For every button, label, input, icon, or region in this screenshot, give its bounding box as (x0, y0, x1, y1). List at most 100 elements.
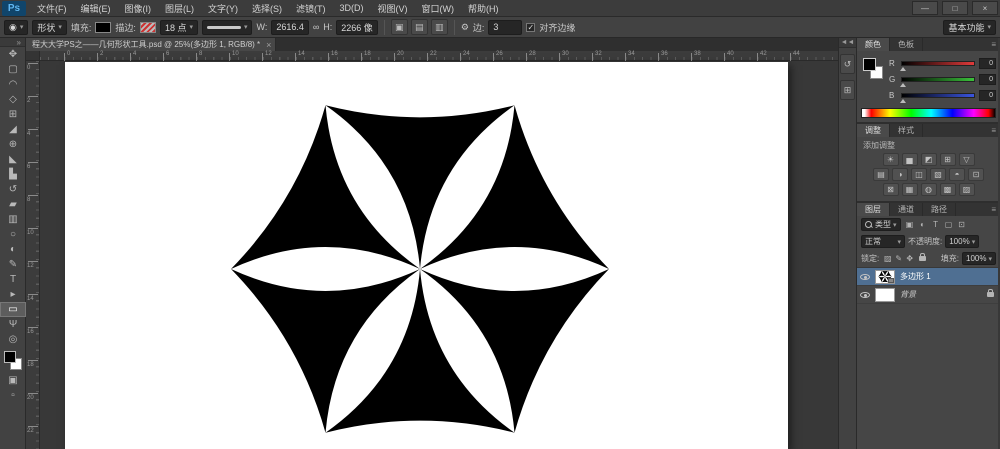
shape-width-input[interactable]: 2616.4 (271, 20, 309, 35)
channel-value[interactable]: 0 (979, 90, 996, 101)
slider-thumb-icon[interactable] (900, 99, 906, 103)
tool-button[interactable]: T (0, 272, 26, 287)
menu-item[interactable]: 图像(I) (118, 0, 159, 17)
shape-height-input[interactable]: 2266 像 (336, 20, 378, 35)
adjustment-icon[interactable]: ◓ (949, 168, 965, 181)
layer-filter-icon[interactable]: ⊡ (956, 219, 968, 231)
channel-slider[interactable] (901, 93, 975, 98)
panel-tab[interactable]: 样式 (890, 124, 923, 137)
tool-button[interactable]: ▙ (0, 167, 26, 182)
stroke-color-swatch[interactable] (140, 22, 156, 33)
menu-item[interactable]: 帮助(H) (461, 0, 506, 17)
adjustment-icon[interactable]: ◍ (921, 183, 937, 196)
panel-tab[interactable]: 色板 (890, 38, 923, 51)
adjustment-icon[interactable]: ▩ (940, 183, 956, 196)
close-button[interactable]: × (972, 1, 998, 15)
menu-item[interactable]: 窗口(W) (415, 0, 462, 17)
tool-button[interactable]: ◣ (0, 152, 26, 167)
blend-mode-dropdown[interactable]: 正常 ▾ (861, 235, 905, 248)
panel-tab[interactable]: 颜色 (857, 38, 890, 51)
opacity-input[interactable]: 100% ▾ (945, 235, 979, 248)
tool-button[interactable]: ◇ (0, 92, 26, 107)
layer-filter-icon[interactable]: T (930, 219, 942, 231)
layer-filter-dropdown[interactable]: 类型 ▾ (861, 218, 901, 231)
panel-tab[interactable]: 路径 (923, 203, 956, 216)
polygon-shape[interactable] (225, 99, 615, 439)
tool-button[interactable]: ▰ (0, 197, 26, 212)
adjustment-icon[interactable]: ▦ (902, 183, 918, 196)
canvas[interactable] (65, 62, 788, 449)
layer-thumbnail[interactable] (875, 288, 895, 302)
adjustment-icon[interactable]: ◩ (921, 153, 937, 166)
expand-panels-button[interactable]: ◄◄ (839, 38, 856, 48)
fill-color-swatch[interactable] (95, 22, 111, 33)
lock-option-icon[interactable]: ✎ (893, 254, 904, 263)
channel-slider[interactable] (901, 61, 975, 66)
adjustment-icon[interactable]: ⊡ (968, 168, 984, 181)
adjustment-icon[interactable]: ▤ (873, 168, 889, 181)
menu-item[interactable]: 图层(L) (158, 0, 201, 17)
menu-item[interactable]: 编辑(E) (74, 0, 118, 17)
path-op-button[interactable]: ▤ (411, 19, 428, 35)
panel-tab[interactable]: 图层 (857, 203, 890, 216)
adjustment-icon[interactable]: ⊠ (883, 183, 899, 196)
stroke-style-picker[interactable]: ▾ (202, 20, 253, 35)
lock-option-icon[interactable]: ▨ (882, 254, 893, 263)
path-op-button[interactable]: ▥ (431, 19, 448, 35)
menu-item[interactable]: 视图(V) (371, 0, 415, 17)
screen-mode-button[interactable]: ▫ (0, 388, 26, 403)
maximize-button[interactable]: □ (942, 1, 968, 15)
menu-item[interactable]: 选择(S) (245, 0, 289, 17)
tool-button[interactable]: ◐ (0, 242, 26, 257)
document-tab[interactable]: 程大大学PS之——几何形状工具.psd @ 25%(多边形 1, RGB/8) … (26, 38, 276, 51)
panel-tab[interactable]: 调整 (857, 124, 890, 137)
tool-button[interactable]: ▢ (0, 62, 26, 77)
menu-item[interactable]: 3D(D) (333, 0, 371, 17)
menu-item[interactable]: 文件(F) (30, 0, 74, 17)
tool-button[interactable]: ⊕ (0, 137, 26, 152)
dock-panel-button[interactable]: ⊞ (840, 80, 855, 100)
path-op-button[interactable]: ▣ (391, 19, 408, 35)
visibility-eye-icon[interactable] (860, 274, 870, 280)
quick-mask-button[interactable]: ▣ (0, 373, 26, 388)
tool-button[interactable]: ○ (0, 227, 26, 242)
fill-input[interactable]: 100% ▾ (962, 252, 996, 265)
tool-button[interactable]: ▥ (0, 212, 26, 227)
channel-value[interactable]: 0 (979, 74, 996, 85)
adjustment-icon[interactable]: ▽ (959, 153, 975, 166)
vertical-ruler[interactable]: 0246810121416182022 (26, 61, 40, 449)
tool-mode-dropdown[interactable]: 形状 ▾ (32, 20, 67, 35)
tool-button[interactable]: ↺ (0, 182, 26, 197)
layer-filter-icon[interactable]: ▣ (904, 219, 916, 231)
adjustment-icon[interactable]: ▧ (930, 168, 946, 181)
link-dimensions-icon[interactable]: ∞ (313, 22, 319, 32)
gear-icon[interactable]: ⚙ (461, 22, 469, 33)
tool-button[interactable]: ▸ (0, 287, 26, 302)
minimize-button[interactable]: — (912, 1, 938, 15)
horizontal-ruler[interactable]: 0246810121416182022242628303234363840424… (40, 51, 838, 61)
layer-row[interactable]: 多边形 1 (857, 268, 1000, 286)
foreground-color-swatch[interactable] (4, 351, 16, 363)
stroke-width-input[interactable]: 18 点 ▾ (160, 20, 198, 35)
workspace-switcher[interactable]: 基本功能 ▾ (943, 20, 996, 35)
adjustment-icon[interactable]: ◑ (892, 168, 908, 181)
lock-all-icon[interactable] (919, 256, 926, 261)
adjustment-icon[interactable]: ☀ (883, 153, 899, 166)
slider-thumb-icon[interactable] (900, 83, 906, 87)
layer-row[interactable]: 背景 (857, 286, 1000, 304)
color-spectrum-ramp[interactable] (861, 108, 996, 118)
layer-filter-icon[interactable]: ▢ (943, 219, 955, 231)
adjustment-icon[interactable]: ▅ (902, 153, 918, 166)
tool-button[interactable]: ◠ (0, 77, 26, 92)
tool-button[interactable]: ▭ (0, 302, 26, 317)
lock-option-icon[interactable]: ✥ (904, 254, 915, 263)
adjustment-icon[interactable]: ⊞ (940, 153, 956, 166)
tool-button[interactable]: ⊞ (0, 107, 26, 122)
adjustment-icon[interactable]: ◫ (911, 168, 927, 181)
channel-slider[interactable] (901, 77, 975, 82)
toolbar-collapse-button[interactable]: » (0, 38, 25, 47)
tool-button[interactable]: Ψ (0, 317, 26, 332)
slider-thumb-icon[interactable] (900, 67, 906, 71)
tool-preset-picker[interactable]: ◉ ▾ (4, 20, 28, 35)
tool-button[interactable]: ✥ (0, 47, 26, 62)
